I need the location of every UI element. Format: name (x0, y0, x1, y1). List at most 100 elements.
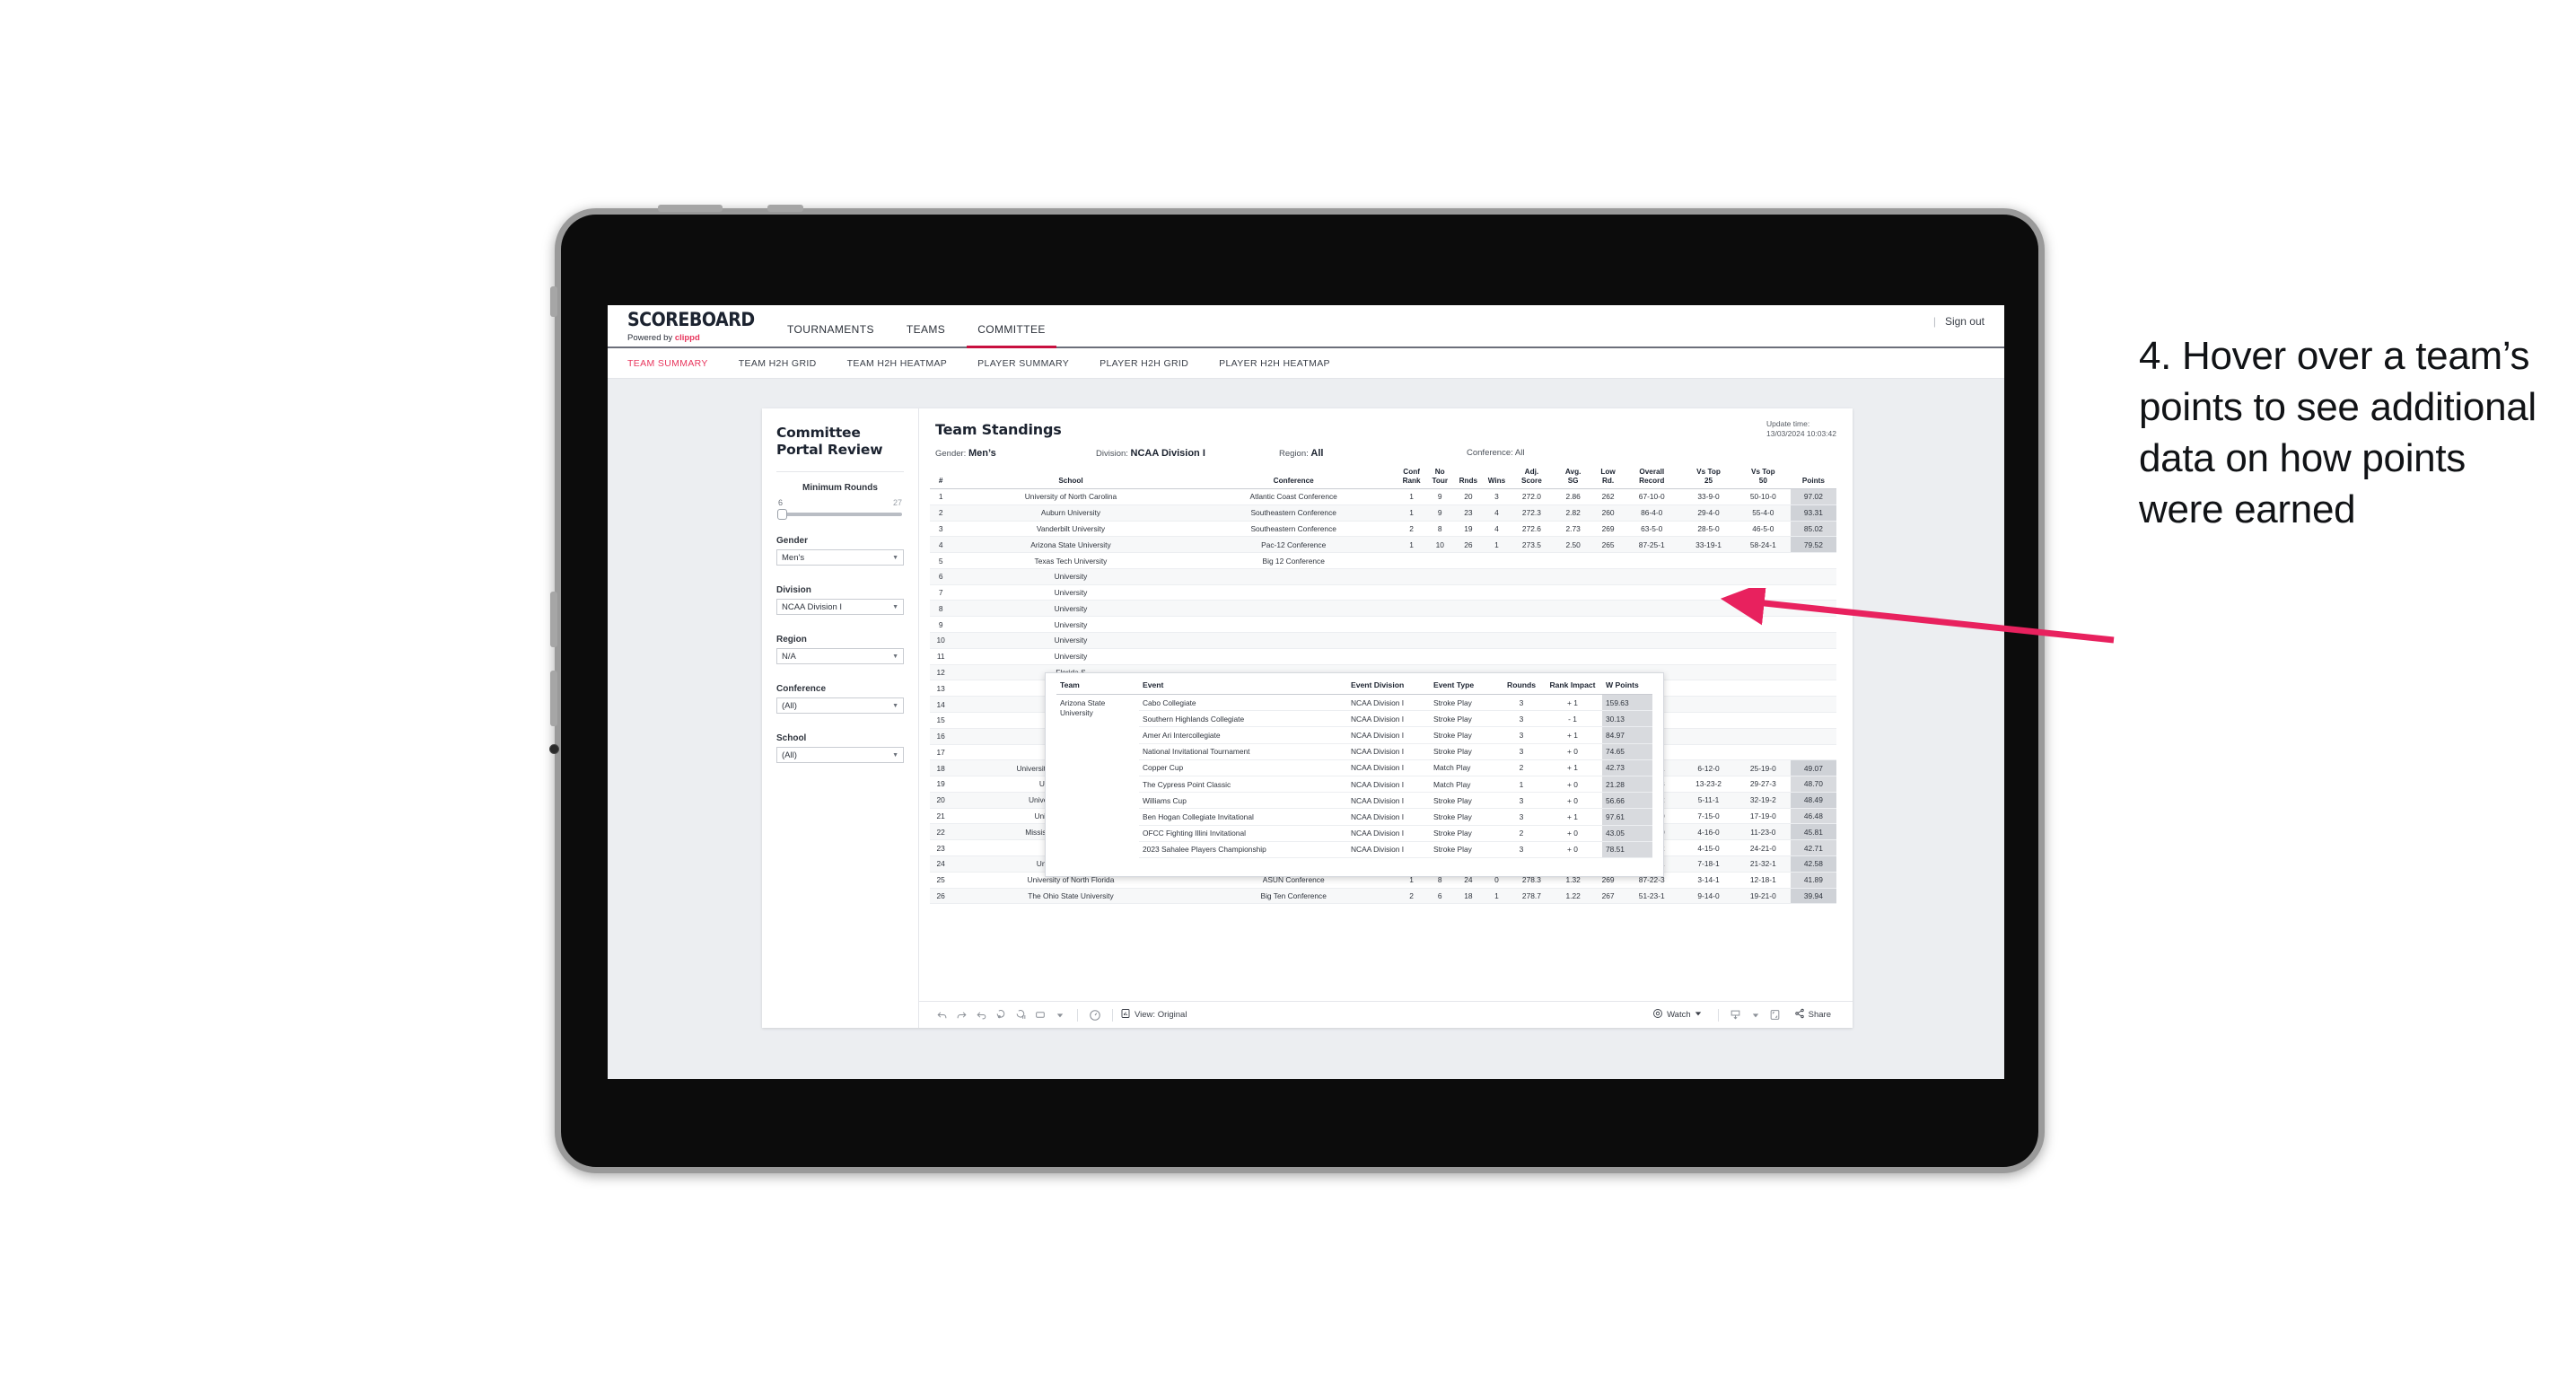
table-row[interactable]: 5 Texas Tech University Big 12 Conference (930, 552, 1836, 569)
cell-points[interactable]: 45.81 (1790, 823, 1836, 841)
table-row[interactable]: 11 University (930, 648, 1836, 665)
school-select[interactable]: (All) ▼ (776, 747, 904, 763)
tooltip-cell-rank-impact: + 1 (1543, 808, 1602, 826)
table-row[interactable]: 4 Arizona State University Pac-12 Conferen… (930, 536, 1836, 554)
cell-avg-sg (1552, 600, 1594, 618)
refresh-icon[interactable] (991, 1005, 1011, 1025)
cell-points[interactable] (1790, 680, 1836, 697)
minimum-rounds-slider-handle[interactable] (777, 509, 787, 520)
breadcrumb-conference-value: All (1514, 448, 1525, 458)
division-select[interactable]: NCAA Division I ▼ (776, 599, 904, 615)
col-rank[interactable]: # (930, 468, 952, 489)
col-no-tour[interactable]: No Tour (1425, 468, 1455, 489)
col-wins[interactable]: Wins (1482, 468, 1511, 489)
table-row[interactable]: 7 University (930, 584, 1836, 601)
table-row[interactable]: 8 University (930, 600, 1836, 618)
col-avg-sg[interactable]: Avg. SG (1552, 468, 1594, 489)
col-conf-rank[interactable]: Conf Rank (1397, 468, 1426, 489)
table-row[interactable]: 10 University (930, 632, 1836, 649)
brand-logo[interactable]: SCOREBOARD Powered by clippd (608, 305, 755, 346)
cell-points[interactable] (1790, 728, 1836, 745)
revert-icon[interactable] (971, 1005, 991, 1025)
cell-points[interactable]: 46.48 (1790, 808, 1836, 825)
cell-rnds (1454, 600, 1483, 618)
breadcrumb-division: Division: NCAA Division I (1096, 448, 1275, 459)
tab-player-summary[interactable]: PLAYER SUMMARY (962, 358, 1084, 369)
watch-button[interactable]: Watch (1652, 1008, 1702, 1022)
cell-points[interactable]: 49.07 (1790, 759, 1836, 777)
region-select[interactable]: N/A ▼ (776, 648, 904, 664)
col-conference[interactable]: Conference (1189, 468, 1398, 489)
col-school[interactable]: School (951, 468, 1190, 489)
cell-avg-sg (1552, 648, 1594, 665)
table-row[interactable]: 9 University (930, 616, 1836, 634)
col-vs-top-50[interactable]: Vs Top 50 (1735, 468, 1791, 489)
sign-out-link[interactable]: Sign out (1945, 315, 1985, 328)
tooltip-cell-w-points: 56.66 (1602, 792, 1652, 810)
col-overall-record[interactable]: Overall Record (1622, 468, 1682, 489)
cell-points[interactable]: 79.52 (1790, 536, 1836, 554)
table-row[interactable]: 3 Vanderbilt University Southeastern Confe… (930, 521, 1836, 538)
download-icon[interactable] (1726, 1005, 1746, 1025)
breadcrumb-conference: Conference: All (1467, 448, 1524, 459)
conference-select[interactable]: (All) ▼ (776, 697, 904, 714)
cell-points[interactable]: 97.02 (1790, 488, 1836, 505)
top-navigation-bar: SCOREBOARD Powered by clippd TOURNAMENTS… (608, 305, 2004, 348)
col-points[interactable]: Points (1790, 468, 1836, 489)
table-row[interactable]: 1 University of North Carolina Atlantic Co… (930, 488, 1836, 505)
tooltip-cell-rank-impact: + 0 (1543, 825, 1602, 842)
pause-icon[interactable] (1085, 1005, 1105, 1025)
cell-points[interactable]: 42.58 (1790, 855, 1836, 873)
cell-: 4 (930, 536, 952, 554)
view-original-button[interactable]: View: Original (1120, 1008, 1187, 1022)
col-adj-score[interactable]: Adj. Score (1511, 468, 1553, 489)
col-vs-top-25[interactable]: Vs Top 25 (1681, 468, 1736, 489)
table-row[interactable]: 26 The Ohio State University Big Ten Confe… (930, 888, 1836, 905)
tab-player-h2h-heatmap[interactable]: PLAYER H2H HEATMAP (1204, 358, 1345, 369)
cell-points[interactable] (1790, 552, 1836, 569)
cell-vs-top-50 (1735, 744, 1791, 761)
tab-team-h2h-grid[interactable]: TEAM H2H GRID (723, 358, 832, 369)
table-row[interactable]: 2 Auburn University Southeastern Conferenc… (930, 504, 1836, 522)
col-low-rd[interactable]: Low Rd. (1593, 468, 1623, 489)
cell-points[interactable] (1790, 744, 1836, 761)
fullscreen-icon[interactable] (1766, 1005, 1785, 1025)
redo-icon[interactable] (951, 1005, 971, 1025)
cell-points[interactable] (1790, 712, 1836, 729)
tooltip-cell-w-points: 42.73 (1602, 759, 1652, 776)
cell-points[interactable]: 42.71 (1790, 839, 1836, 856)
download-chevron-icon[interactable] (1746, 1005, 1766, 1025)
device-layout-chevron-icon[interactable] (1050, 1005, 1070, 1025)
nav-right-group: | Sign out (1933, 305, 2004, 346)
cell-points[interactable]: 48.70 (1790, 776, 1836, 793)
table-row[interactable]: 6 University (930, 568, 1836, 585)
tooltip-cell-w-points: 97.61 (1602, 808, 1652, 826)
nav-item-tournaments[interactable]: TOURNAMENTS (771, 323, 890, 346)
gender-select[interactable]: Men’s ▼ (776, 549, 904, 566)
device-layout-icon[interactable] (1030, 1005, 1050, 1025)
tab-team-h2h-heatmap[interactable]: TEAM H2H HEATMAP (832, 358, 963, 369)
col-rnds[interactable]: Rnds (1454, 468, 1483, 489)
cell-points[interactable]: 85.02 (1790, 521, 1836, 538)
tooltip-cell-event: Southern Highlands Collegiate (1139, 710, 1347, 728)
tab-team-summary[interactable]: TEAM SUMMARY (627, 358, 723, 369)
cell-points[interactable] (1790, 664, 1836, 681)
share-button[interactable]: Share (1794, 1008, 1831, 1022)
cell-points[interactable]: 39.94 (1790, 888, 1836, 905)
tab-player-h2h-grid[interactable]: PLAYER H2H GRID (1084, 358, 1204, 369)
cell-conference: Southeastern Conference (1189, 521, 1398, 538)
cell-low-rd: 260 (1593, 504, 1623, 522)
pause-auto-update-icon[interactable] (1011, 1005, 1030, 1025)
cell-points[interactable]: 93.31 (1790, 504, 1836, 522)
cell-low-rd (1593, 584, 1623, 601)
nav-item-committee[interactable]: COMMITTEE (961, 323, 1062, 348)
cell-conference: Pac-12 Conference (1189, 536, 1398, 554)
cell-vs-top-25 (1681, 664, 1736, 681)
nav-item-teams[interactable]: TEAMS (890, 323, 961, 346)
cell-points[interactable] (1790, 568, 1836, 585)
minimum-rounds-slider[interactable] (777, 509, 902, 520)
cell-points[interactable]: 48.49 (1790, 792, 1836, 809)
cell-points[interactable]: 41.89 (1790, 872, 1836, 889)
undo-icon[interactable] (932, 1005, 951, 1025)
cell-points[interactable] (1790, 696, 1836, 713)
